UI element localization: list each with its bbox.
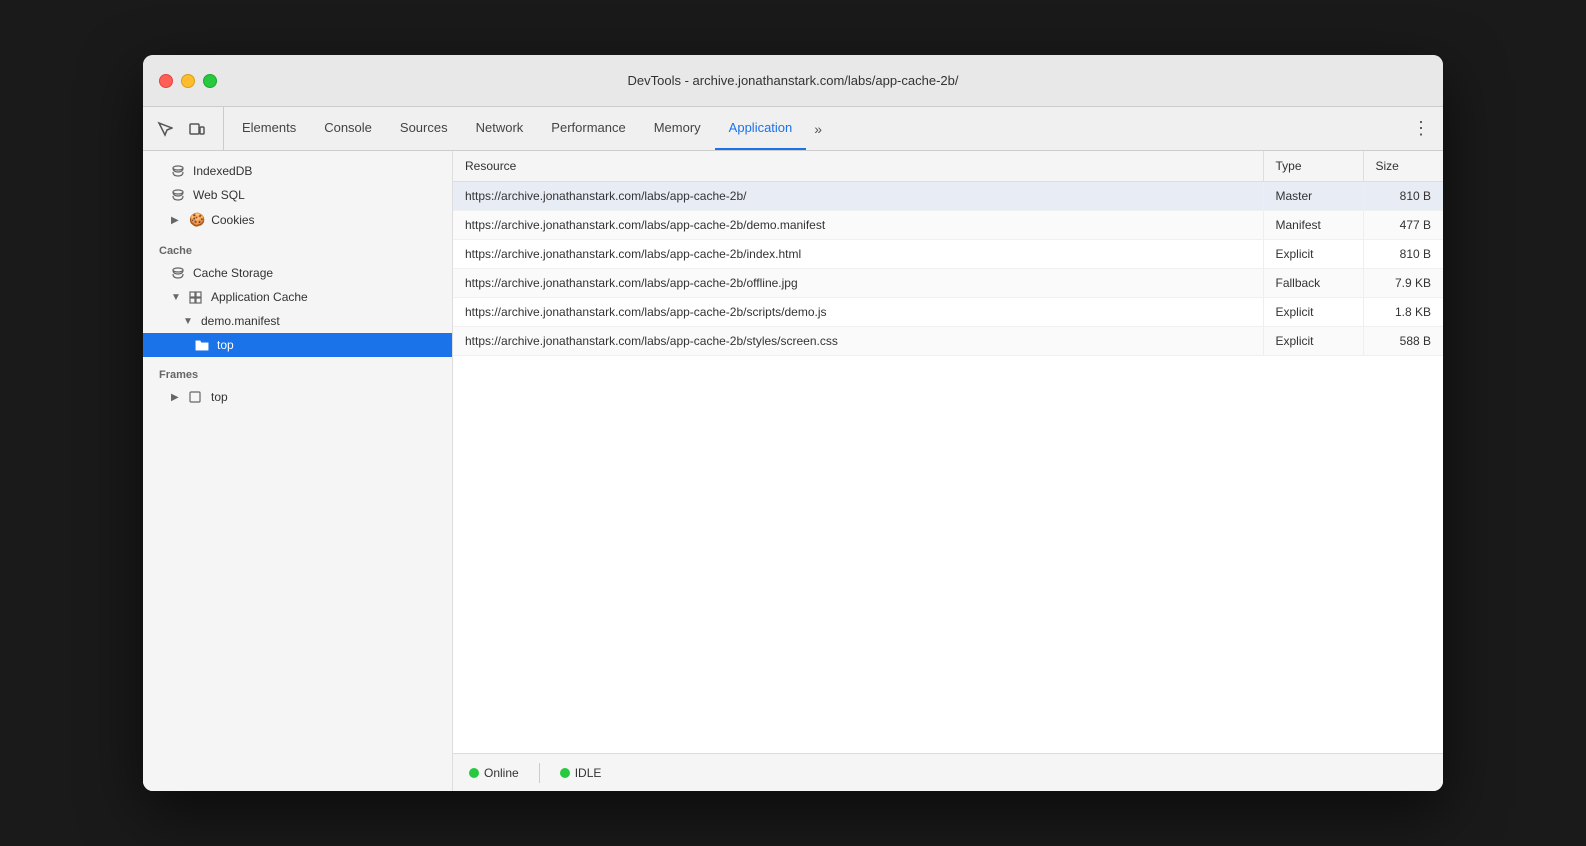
sidebar-item-indexed-db[interactable]: IndexedDB [143, 159, 452, 183]
statusbar: Online IDLE [453, 753, 1443, 791]
type-cell: Explicit [1263, 240, 1363, 269]
cache-storage-icon [171, 266, 187, 280]
sidebar-item-web-sql[interactable]: Web SQL [143, 183, 452, 207]
resource-cell: https://archive.jonathanstark.com/labs/a… [453, 182, 1263, 211]
inspect-icon[interactable] [151, 115, 179, 143]
cookies-arrow-icon: ▶ [171, 215, 183, 226]
idle-status: IDLE [560, 766, 602, 780]
tab-console[interactable]: Console [310, 107, 386, 150]
table-row[interactable]: https://archive.jonathanstark.com/labs/a… [453, 298, 1443, 327]
sidebar-item-app-cache[interactable]: ▼ Application Cache [143, 285, 452, 309]
table-row[interactable]: https://archive.jonathanstark.com/labs/a… [453, 240, 1443, 269]
sidebar-item-cache-storage[interactable]: Cache Storage [143, 261, 452, 285]
resource-cell: https://archive.jonathanstark.com/labs/a… [453, 240, 1263, 269]
folder-icon [195, 339, 211, 351]
app-cache-arrow-icon: ▼ [171, 292, 183, 303]
tab-elements[interactable]: Elements [228, 107, 310, 150]
web-sql-db-icon [171, 188, 187, 202]
tab-network[interactable]: Network [462, 107, 538, 150]
sidebar-item-demo-manifest[interactable]: ▼ demo.manifest [143, 309, 452, 333]
table-row[interactable]: https://archive.jonathanstark.com/labs/a… [453, 269, 1443, 298]
size-cell: 810 B [1363, 182, 1443, 211]
type-cell: Master [1263, 182, 1363, 211]
web-sql-label: Web SQL [193, 188, 245, 202]
cache-section-label: Cache [143, 233, 452, 261]
devtools-window: DevTools - archive.jonathanstark.com/lab… [143, 55, 1443, 791]
sidebar-item-top-frame[interactable]: ▶ top [143, 385, 452, 409]
idle-label: IDLE [575, 766, 602, 780]
top-frame-label: top [211, 390, 228, 404]
devtools-menu-button[interactable]: ⋮ [1407, 115, 1435, 143]
top-frame-arrow-icon: ▶ [171, 392, 183, 403]
cache-storage-label: Cache Storage [193, 266, 273, 280]
minimize-button[interactable] [181, 74, 195, 88]
type-cell: Explicit [1263, 298, 1363, 327]
close-button[interactable] [159, 74, 173, 88]
cookies-icon: 🍪 [189, 212, 205, 228]
type-cell: Fallback [1263, 269, 1363, 298]
tab-application[interactable]: Application [715, 107, 807, 150]
window-title: DevTools - archive.jonathanstark.com/lab… [628, 73, 959, 88]
resource-column-header: Resource [453, 151, 1263, 182]
online-label: Online [484, 766, 519, 780]
app-cache-grid-icon [189, 291, 205, 304]
table-row[interactable]: https://archive.jonathanstark.com/labs/a… [453, 211, 1443, 240]
top-cache-label: top [217, 338, 234, 352]
more-tabs-button[interactable]: » [806, 107, 830, 150]
table-wrapper: Resource Type Size https://archive.jonat… [453, 151, 1443, 753]
type-column-header: Type [1263, 151, 1363, 182]
type-cell: Manifest [1263, 211, 1363, 240]
tab-performance[interactable]: Performance [537, 107, 639, 150]
sidebar-item-cookies[interactable]: ▶ 🍪 Cookies [143, 207, 452, 233]
device-toggle-icon[interactable] [183, 115, 211, 143]
resource-cell: https://archive.jonathanstark.com/labs/a… [453, 327, 1263, 356]
app-cache-label: Application Cache [211, 290, 308, 304]
traffic-lights [159, 74, 217, 88]
type-cell: Explicit [1263, 327, 1363, 356]
maximize-button[interactable] [203, 74, 217, 88]
size-cell: 7.9 KB [1363, 269, 1443, 298]
toolbar: Elements Console Sources Network Perform… [143, 107, 1443, 151]
demo-manifest-arrow-icon: ▼ [183, 316, 195, 327]
resource-cell: https://archive.jonathanstark.com/labs/a… [453, 211, 1263, 240]
resource-cell: https://archive.jonathanstark.com/labs/a… [453, 298, 1263, 327]
size-cell: 477 B [1363, 211, 1443, 240]
toolbar-menu: ⋮ [1407, 107, 1443, 150]
db-icon [171, 164, 187, 178]
size-cell: 1.8 KB [1363, 298, 1443, 327]
frame-icon [189, 391, 205, 403]
tab-sources[interactable]: Sources [386, 107, 462, 150]
sidebar: IndexedDB Web SQL ▶ 🍪 Cookies Cache Cach… [143, 151, 453, 791]
status-divider [539, 763, 540, 783]
titlebar: DevTools - archive.jonathanstark.com/lab… [143, 55, 1443, 107]
content-area: Resource Type Size https://archive.jonat… [453, 151, 1443, 791]
main-layout: IndexedDB Web SQL ▶ 🍪 Cookies Cache Cach… [143, 151, 1443, 791]
sidebar-item-top-cache[interactable]: top [143, 333, 452, 357]
table-row[interactable]: https://archive.jonathanstark.com/labs/a… [453, 327, 1443, 356]
size-column-header: Size [1363, 151, 1443, 182]
tab-memory[interactable]: Memory [640, 107, 715, 150]
cookies-label: Cookies [211, 213, 254, 227]
demo-manifest-label: demo.manifest [201, 314, 280, 328]
frames-section-label: Frames [143, 357, 452, 385]
idle-dot [560, 768, 570, 778]
size-cell: 588 B [1363, 327, 1443, 356]
resource-cell: https://archive.jonathanstark.com/labs/a… [453, 269, 1263, 298]
table-row[interactable]: https://archive.jonathanstark.com/labs/a… [453, 182, 1443, 211]
online-status: Online [469, 766, 519, 780]
toolbar-icons [151, 107, 224, 150]
indexed-db-label: IndexedDB [193, 164, 252, 178]
online-dot [469, 768, 479, 778]
size-cell: 810 B [1363, 240, 1443, 269]
resources-table: Resource Type Size https://archive.jonat… [453, 151, 1443, 356]
